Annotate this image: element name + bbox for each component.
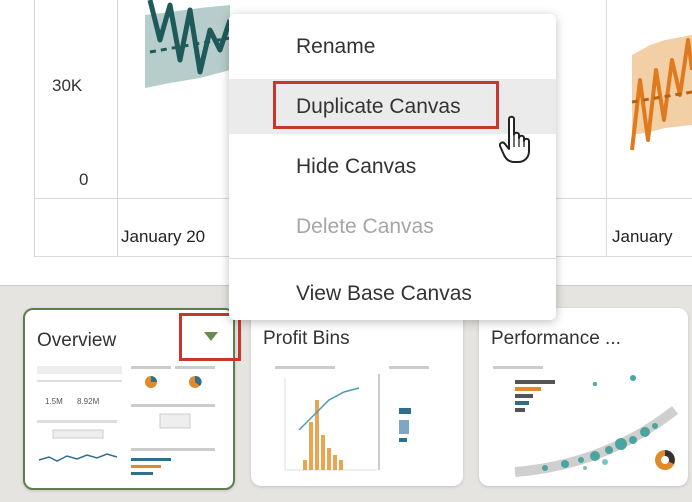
- menu-item-view-base-canvas[interactable]: View Base Canvas: [229, 266, 556, 321]
- canvas-tab-title: Performance ...: [491, 328, 621, 349]
- thumb-kpi: 1.5M: [45, 397, 63, 406]
- canvas-tab-title: Profit Bins: [263, 328, 350, 349]
- canvas-tab-performance[interactable]: Performance ...: [479, 308, 688, 486]
- canvas-tab-title: Overview: [37, 330, 117, 351]
- hand-pointer-icon: [499, 115, 530, 163]
- canvas-tab-profit-bins[interactable]: Profit Bins: [251, 308, 463, 486]
- menu-separator: [229, 258, 556, 259]
- chevron-down-icon: [204, 332, 218, 341]
- thumb-kpi: 8.92M: [77, 397, 100, 406]
- canvas-thumbnail: [493, 366, 679, 477]
- menu-item-rename[interactable]: Rename: [229, 19, 556, 74]
- canvas-thumbnail: 1.5M 8.92M: [37, 366, 215, 475]
- canvas-context-menu: Rename Duplicate Canvas Hide Canvas Dele…: [229, 14, 556, 320]
- menu-item-delete-canvas: Delete Canvas: [296, 215, 434, 238]
- canvas-thumbnail: [275, 366, 429, 471]
